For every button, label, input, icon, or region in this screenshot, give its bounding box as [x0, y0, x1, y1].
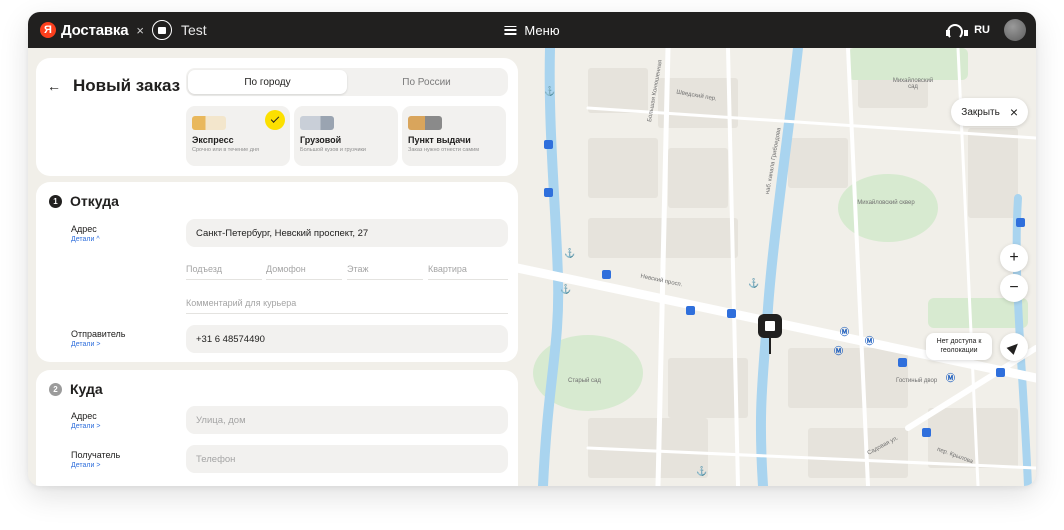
zoom-out-button[interactable]: −	[1000, 274, 1028, 302]
avatar[interactable]	[1004, 19, 1026, 41]
order-header-card: ← Новый заказ По городу По России Экспре…	[36, 58, 518, 176]
close-label: Закрыть	[961, 106, 1000, 118]
truck-icon	[300, 116, 334, 130]
map-label-old-garden: Старый сад	[568, 378, 601, 384]
tariff-pickup-point[interactable]: Пункт выдачи Заказ нужно отнести самим	[402, 106, 506, 166]
brand-name: Доставка	[61, 21, 129, 39]
tariff-name: Экспресс	[192, 135, 234, 145]
pier-anchor-icon: ⚓	[560, 284, 572, 294]
tab-city[interactable]: По городу	[188, 70, 347, 94]
tariff-desc: Срочно или в течение дня	[192, 147, 259, 153]
bus-stop-icon	[922, 428, 931, 437]
tab-russia[interactable]: По России	[347, 70, 506, 94]
bus-stop-icon	[727, 309, 736, 318]
metro-icon: Ⓜ	[946, 373, 956, 383]
apartment-field[interactable]: Квартира	[428, 258, 508, 280]
geolocation-note: Нет доступа к геолокации	[926, 333, 992, 360]
map-label-mikh-garden: Михайловский сад	[892, 78, 934, 90]
from-address-field[interactable]: Санкт-Петербург, Невский проспект, 27	[186, 219, 508, 247]
partner-name: Test	[180, 22, 207, 38]
courier-comment-field[interactable]: Комментарий для курьера	[186, 292, 508, 314]
close-button[interactable]: Закрыть ×	[951, 98, 1028, 126]
map-label-mikh-square: Михайловский сквер	[857, 200, 915, 206]
tariff-name: Пункт выдачи	[408, 135, 471, 145]
floor-field[interactable]: Этаж	[347, 258, 423, 280]
support-headset-icon[interactable]	[946, 23, 969, 40]
pier-anchor-icon: ⚓	[748, 278, 760, 288]
brand-separator: ×	[136, 22, 144, 38]
address-label: Адрес	[71, 411, 97, 421]
address-details-link[interactable]: Детали ^	[71, 236, 100, 243]
page-title: Новый заказ	[73, 76, 181, 95]
tariff-list: Экспресс Срочно или в течение дня Грузов…	[186, 106, 506, 166]
metro-icon: Ⓜ	[834, 346, 844, 356]
recipient-phone-field[interactable]: Телефон	[186, 445, 508, 473]
yandex-logo-icon: Я	[40, 22, 56, 38]
tariff-desc: Большой кузов и грузчики	[300, 147, 366, 153]
parcel-box-icon	[408, 116, 442, 130]
step-number: 1	[49, 194, 62, 208]
brand[interactable]: Я Доставка × Test	[40, 20, 207, 40]
bus-stop-icon	[898, 358, 907, 367]
tariff-express[interactable]: Экспресс Срочно или в течение дня	[186, 106, 290, 166]
checkmark-icon	[265, 110, 285, 130]
menu-button[interactable]: Меню	[504, 22, 560, 38]
tariff-name: Грузовой	[300, 135, 342, 145]
step-number: 2	[49, 382, 62, 396]
bus-stop-icon	[686, 306, 695, 315]
bus-stop-icon	[544, 188, 553, 197]
language-switch[interactable]: RU	[974, 24, 990, 36]
hamburger-icon	[504, 25, 517, 35]
sender-details-link[interactable]: Детали >	[71, 341, 100, 348]
pier-anchor-icon: ⚓	[544, 86, 556, 96]
metro-icon: Ⓜ	[840, 327, 850, 337]
to-section-card: 2 Куда Адрес Детали > Улица, дом Получат…	[36, 370, 518, 486]
entrance-field[interactable]: Подъезд	[186, 258, 262, 280]
from-section-card: 1 Откуда Адрес Детали ^ Санкт-Петербург,…	[36, 182, 518, 362]
close-icon: ×	[1009, 104, 1018, 120]
pier-anchor-icon: ⚓	[696, 466, 708, 476]
address-details-link[interactable]: Детали >	[71, 423, 100, 430]
section-title: Куда	[70, 381, 103, 397]
menu-label: Меню	[524, 22, 560, 38]
sender-label: Отправитель	[71, 329, 126, 339]
back-arrow-icon[interactable]: ←	[47, 78, 61, 94]
map-label-gostiny: Гостиный двор	[896, 378, 938, 384]
sender-phone-field[interactable]: +31 6 48574490	[186, 325, 508, 353]
geolocation-button[interactable]	[1000, 333, 1028, 361]
metro-icon: Ⓜ	[865, 336, 875, 346]
recipient-label: Получатель	[71, 450, 121, 460]
courier-bag-icon	[192, 116, 226, 130]
bus-stop-icon	[544, 140, 553, 149]
top-bar: Я Доставка × Test Меню RU	[28, 12, 1036, 48]
pier-anchor-icon: ⚓	[564, 248, 576, 258]
bus-stop-icon	[1016, 218, 1025, 227]
bus-stop-icon	[602, 270, 611, 279]
intercom-field[interactable]: Домофон	[266, 258, 342, 280]
bus-stop-icon	[996, 368, 1005, 377]
tariff-cargo[interactable]: Грузовой Большой кузов и грузчики	[294, 106, 398, 166]
recipient-details-link[interactable]: Детали >	[71, 462, 100, 469]
app-window: Я Доставка × Test Меню RU Невский просп.…	[28, 12, 1036, 486]
pickup-pin-icon[interactable]	[758, 314, 782, 338]
section-title: Откуда	[70, 193, 119, 209]
partner-logo-icon	[151, 20, 172, 40]
delivery-scope-tabs: По городу По России	[186, 68, 508, 96]
zoom-in-button[interactable]: +	[1000, 244, 1028, 272]
navigation-arrow-icon	[1006, 339, 1022, 355]
address-label: Адрес	[71, 224, 97, 234]
tariff-desc: Заказ нужно отнести самим	[408, 147, 479, 153]
pickup-pin-stem	[769, 338, 771, 354]
to-address-field[interactable]: Улица, дом	[186, 406, 508, 434]
